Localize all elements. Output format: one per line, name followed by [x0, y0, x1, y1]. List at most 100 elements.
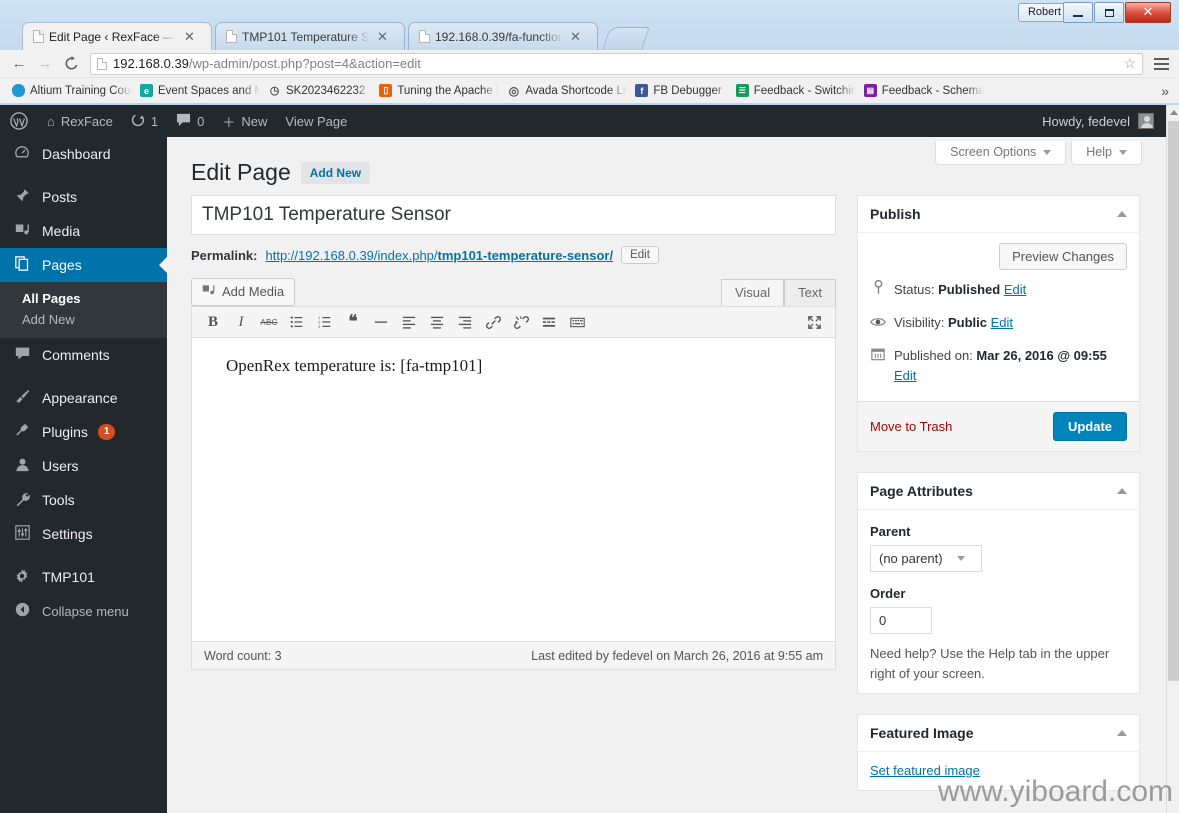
adminbar-view-page[interactable]: View Page [276, 105, 356, 137]
minimize-button[interactable] [1063, 2, 1093, 23]
bookmark-label: Avada Shortcode List [525, 84, 628, 97]
sidebar-item-comments[interactable]: Comments [0, 338, 167, 372]
status-edit-link[interactable]: Edit [1004, 282, 1026, 297]
chrome-menu-icon[interactable] [1149, 57, 1173, 70]
sidebar-item-appearance[interactable]: Appearance [0, 381, 167, 415]
adminbar-comments[interactable]: 0 [167, 105, 213, 137]
adminbar-account[interactable]: Howdy, fedevel [1042, 113, 1166, 129]
bold-icon[interactable]: B [200, 309, 226, 335]
sidebar-item-users[interactable]: Users [0, 449, 167, 483]
italic-icon[interactable]: I [228, 309, 254, 335]
sidebar-subitem-add-new[interactable]: Add New [0, 309, 167, 330]
insert-link-icon[interactable] [480, 309, 506, 335]
permalink-link[interactable]: http://192.168.0.39/index.php/tmp101-tem… [265, 248, 613, 263]
sidebar-item-plugins[interactable]: Plugins 1 [0, 415, 167, 449]
adminbar-new[interactable]: ＋ New [213, 105, 276, 137]
numbered-list-icon[interactable]: 123 [312, 309, 338, 335]
site-name-label: RexFace [60, 113, 113, 129]
forward-icon[interactable]: → [32, 52, 58, 76]
tab-title: Edit Page ‹ RexFace — Wo [49, 29, 177, 44]
sidebar-item-posts[interactable]: Posts [0, 180, 167, 214]
bookmark-item[interactable]: ◷ SK2023462232 [262, 82, 371, 99]
order-input[interactable] [870, 607, 932, 634]
blockquote-icon[interactable]: ❝ [340, 309, 366, 335]
bookmark-item[interactable]: ▯ Tuning the Apache Pr [373, 82, 499, 99]
set-featured-image-link[interactable]: Set featured image [870, 763, 980, 778]
bullet-list-icon[interactable] [284, 309, 310, 335]
visibility-edit-link[interactable]: Edit [991, 315, 1013, 330]
update-button[interactable]: Update [1052, 412, 1127, 441]
published-edit-link[interactable]: Edit [894, 368, 916, 383]
sidebar-item-dashboard[interactable]: Dashboard [0, 137, 167, 171]
tab-title: TMP101 Temperature Sen [242, 29, 370, 44]
bookmark-item[interactable]: ☰ Feedback - Switching [730, 82, 856, 99]
new-label: New [241, 113, 268, 129]
maximize-button[interactable] [1094, 2, 1124, 23]
unlink-icon[interactable] [508, 309, 534, 335]
toolbar-toggle-icon[interactable] [564, 309, 590, 335]
sidebar-item-pages[interactable]: Pages [0, 248, 167, 282]
tab-close-icon[interactable]: ✕ [182, 30, 197, 43]
horizontal-rule-icon[interactable] [368, 309, 394, 335]
bookmarks-overflow-icon[interactable]: » [1161, 83, 1173, 99]
scroll-up-arrow-icon[interactable] [1170, 110, 1178, 115]
address-bar[interactable]: 192.168.0.39/wp-admin/post.php?post=4&ac… [90, 52, 1143, 75]
chevron-up-icon[interactable] [1117, 211, 1127, 217]
bookmark-item[interactable]: ◎ Avada Shortcode List [501, 82, 628, 99]
publish-box-title: Publish [870, 206, 921, 222]
browser-tab-2[interactable]: TMP101 Temperature Sen ✕ [215, 22, 405, 50]
scrollbar-thumb[interactable] [1168, 121, 1179, 681]
browser-tab-1[interactable]: Edit Page ‹ RexFace — Wo ✕ [22, 22, 212, 50]
edit-permalink-button[interactable]: Edit [621, 246, 659, 264]
screen-options-tab[interactable]: Screen Options [935, 141, 1067, 165]
page-attributes-header[interactable]: Page Attributes [858, 473, 1139, 510]
editor-content-area[interactable]: OpenRex temperature is: [fa-tmp101] [191, 338, 836, 642]
fullscreen-icon[interactable] [801, 309, 827, 335]
move-to-trash-link[interactable]: Move to Trash [870, 419, 952, 434]
page-scrollbar[interactable] [1166, 105, 1179, 813]
new-tab-button[interactable] [602, 27, 650, 50]
help-tab[interactable]: Help [1071, 141, 1142, 165]
align-right-icon[interactable] [452, 309, 478, 335]
parent-select[interactable]: (no parent) [870, 545, 982, 572]
sidebar-item-tools[interactable]: Tools [0, 483, 167, 517]
sidebar-submenu-pages: All Pages Add New [0, 282, 167, 338]
sidebar-label: Pages [42, 257, 82, 273]
sidebar-item-media[interactable]: Media [0, 214, 167, 248]
align-center-icon[interactable] [424, 309, 450, 335]
preview-changes-button[interactable]: Preview Changes [999, 243, 1127, 270]
sidebar-item-tmp101[interactable]: TMP101 [0, 560, 167, 594]
bookmark-item[interactable]: ▤ Feedback - Schematic [858, 82, 984, 99]
sidebar-item-settings[interactable]: Settings [0, 517, 167, 551]
align-left-icon[interactable] [396, 309, 422, 335]
bookmark-item[interactable]: f FB Debugger [629, 82, 727, 99]
browser-tab-3[interactable]: 192.168.0.39/fa-functions ✕ [408, 22, 598, 50]
chevron-up-icon[interactable] [1117, 730, 1127, 736]
tab-close-icon[interactable]: ✕ [375, 30, 390, 43]
wp-logo-icon[interactable] [0, 105, 38, 137]
add-media-button[interactable]: Add Media [191, 278, 296, 306]
strikethrough-icon[interactable]: ABC [256, 309, 282, 335]
bookmark-item[interactable]: Altium Training Cours [6, 82, 132, 99]
tab-text[interactable]: Text [784, 279, 836, 306]
chevron-up-icon[interactable] [1117, 488, 1127, 494]
publish-box-header[interactable]: Publish [858, 196, 1139, 233]
featured-image-header[interactable]: Featured Image [858, 715, 1139, 752]
tab-close-icon[interactable]: ✕ [568, 30, 583, 43]
bookmark-item[interactable]: e Event Spaces and Me [134, 82, 260, 99]
read-more-icon[interactable] [536, 309, 562, 335]
close-button[interactable]: ✕ [1125, 2, 1171, 23]
adminbar-site-name[interactable]: ⌂ RexFace [38, 105, 122, 137]
sidebar-subitem-all-pages[interactable]: All Pages [0, 288, 167, 309]
adminbar-updates[interactable]: 1 [122, 105, 167, 137]
sidebar-collapse-menu[interactable]: Collapse menu [0, 594, 167, 628]
sidebar-label: Comments [42, 347, 110, 363]
plus-icon: ＋ [222, 114, 236, 130]
tab-visual[interactable]: Visual [720, 279, 785, 306]
post-title-input[interactable] [191, 195, 836, 235]
back-icon[interactable]: ← [6, 52, 32, 76]
editor-mode-tabs: Visual Text [720, 279, 836, 306]
bookmark-star-icon[interactable]: ☆ [1123, 55, 1136, 72]
reload-icon[interactable] [58, 52, 84, 76]
add-new-button[interactable]: Add New [300, 161, 371, 184]
